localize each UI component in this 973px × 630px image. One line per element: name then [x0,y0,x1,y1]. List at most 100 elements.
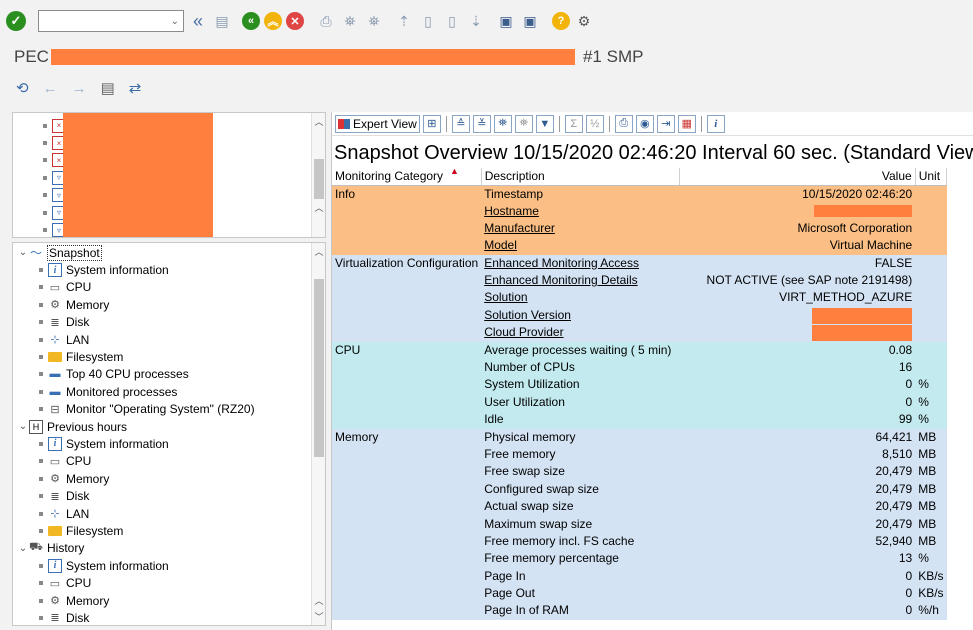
table-row[interactable]: Free memory percentage 13% [332,550,947,568]
prev-page-icon[interactable]: ▯ [418,11,438,31]
tree-item[interactable]: ▬ Top 40 CPU processes [17,366,325,383]
table-row[interactable]: Free memory incl. FS cache 52,940 MB [332,532,947,551]
tree-item[interactable]: i System information [17,261,325,278]
tree-item[interactable]: ▬ Monitored processes [17,383,325,400]
table-row[interactable]: Enhanced Monitoring Details NOT ACTIVE (s… [332,272,947,290]
table-row[interactable]: Configured swap size 20,479 MB [332,480,947,499]
chevron-down-icon[interactable]: ⌄ [17,543,29,554]
find-icon[interactable]: ⛯ [493,114,512,133]
tree-item[interactable]: ▭ CPU [17,279,325,296]
first-page-icon[interactable]: ⇡ [394,11,414,31]
details-icon[interactable]: ⊞ [422,114,441,133]
description-cell[interactable]: Solution [481,289,680,307]
info-icon[interactable]: i [706,114,725,133]
column-header-value[interactable]: Value [679,168,916,186]
tree-item[interactable]: ▭ CPU [17,574,325,591]
table-row[interactable]: Free memory 8,510 MB [332,445,947,464]
table-row[interactable]: Actual swap size 20,479 MB [332,498,947,516]
table-row[interactable]: Info Timestamp 10/15/2020 02:46:20 [332,185,947,203]
compare-icon[interactable]: ⇄ [129,79,142,97]
table-row[interactable]: User Utilization 0% [332,393,947,412]
back-icon[interactable]: « [188,11,208,31]
tree-item[interactable]: ⚙ Memory [17,296,325,313]
table-row[interactable]: Virtualization Configuration Enhanced Mon… [332,254,947,273]
tree-item[interactable]: ≣ Disk [17,314,325,331]
back-green-icon[interactable]: « [242,12,260,30]
table-row[interactable]: Maximum swap size 20,479 MB [332,515,947,533]
table-row[interactable]: Model Virtual Machine [332,237,947,255]
table-row[interactable]: Page In of RAM 0 %/h [332,602,947,620]
table-row[interactable]: Page Out 0 KB/s [332,585,947,603]
chevron-down-icon[interactable]: ﹀ [312,610,325,623]
tree-node-snapshot[interactable]: ⌄ 〜 Snapshot [17,244,325,261]
refresh-icon[interactable]: ⟲ [16,79,29,97]
tree-item[interactable]: Filesystem [17,522,325,539]
tree-item[interactable]: ≣ Disk [17,609,325,625]
layout-icon[interactable]: ▦ [677,114,696,133]
subtotal-icon[interactable]: ½ [585,114,604,133]
tree-item[interactable]: Filesystem [17,348,325,365]
last-page-icon[interactable]: ⇣ [466,11,486,31]
table-row[interactable]: Cloud Provider [332,324,947,342]
tree-item[interactable]: ≣ Disk [17,487,325,504]
table-row[interactable]: Idle 99% [332,411,947,429]
description-cell[interactable]: Enhanced Monitoring Details [481,272,680,290]
tree-item[interactable]: i System information [17,435,325,452]
chevron-up-icon[interactable]: ︿ [312,245,325,258]
print-icon[interactable]: ⎙ [316,11,336,31]
table-row[interactable]: Manufacturer Microsoft Corporation [332,219,947,238]
tree-item[interactable]: ⊹ LAN [17,331,325,348]
command-field[interactable]: ⌄ [38,10,184,32]
shortcut-icon[interactable]: ▣ [520,11,540,31]
find-icon[interactable]: ⛯ [340,11,360,31]
back-arrow-icon[interactable]: ← [43,80,58,97]
column-header-description[interactable]: Description [481,168,680,186]
description-cell[interactable]: Model [481,237,680,255]
scroll-thumb[interactable] [314,159,324,199]
description-cell[interactable]: Manufacturer [481,219,680,238]
enter-icon[interactable]: ✓ [6,11,26,31]
chevron-up-icon[interactable]: ︿ [312,201,325,214]
settings-icon[interactable]: ⚙ [574,11,594,31]
chevron-down-icon[interactable]: ⌄ [17,421,29,432]
table-row[interactable]: Hostname [332,202,947,220]
column-header-category[interactable]: Monitoring Category ▲ [332,166,482,186]
chevron-up-icon[interactable]: ︿ [312,594,325,607]
export-icon[interactable]: ⇥ [656,114,675,133]
filter-icon[interactable]: ▼ [535,114,554,133]
cancel-icon[interactable]: ✕ [286,12,304,30]
tree-item[interactable]: ⚙ Memory [17,470,325,487]
table-row[interactable]: System Utilization 0% [332,376,947,394]
tree-item[interactable]: ⊟ Monitor "Operating System" (RZ20) [17,401,325,418]
chevron-down-icon[interactable]: ⌄ [17,247,29,258]
scroll-thumb[interactable] [314,279,324,457]
column-header-unit[interactable]: Unit [915,168,948,186]
scrollbar[interactable]: ︿ ︿ ﹀ [311,243,325,625]
description-cell[interactable]: Hostname [481,202,680,220]
forward-arrow-icon[interactable]: → [72,80,87,97]
tree-item[interactable]: ⚙ Memory [17,592,325,609]
tree-node-previous-hours[interactable]: ⌄ H Previous hours [17,418,325,435]
tree-item[interactable]: ▭ CPU [17,453,325,470]
table-row[interactable]: Solution VIRT_METHOD_AZURE [332,289,947,307]
table-row[interactable]: Free swap size 20,479 MB [332,463,947,481]
sort-ascending-icon[interactable]: ≙ [451,114,470,133]
table-row[interactable]: CPU Average processes waiting ( 5 min) 0.0… [332,341,947,360]
description-cell[interactable]: Solution Version [481,306,680,325]
table-row[interactable]: Number of CPUs 16 [332,359,947,377]
detail-icon[interactable]: ▤ [101,79,115,97]
expert-view-button[interactable]: Expert View [335,114,420,133]
tree-item[interactable]: i System information [17,557,325,574]
views-icon[interactable]: ◉ [635,114,654,133]
help-icon[interactable]: ? [552,12,570,30]
table-row[interactable]: Page In 0 KB/s [332,567,947,586]
save-icon[interactable]: ▤ [212,11,232,31]
tree-node-history[interactable]: ⌄ ⛟ History [17,540,325,557]
chevron-up-icon[interactable]: ︿ [312,115,325,128]
find-next-icon[interactable]: ⛯ [514,114,533,133]
chevron-down-icon[interactable]: ⌄ [171,16,179,27]
sum-icon[interactable]: Σ [564,114,583,133]
next-page-icon[interactable]: ▯ [442,11,462,31]
sort-descending-icon[interactable]: ≚ [472,114,491,133]
description-cell[interactable]: Cloud Provider [481,324,680,342]
